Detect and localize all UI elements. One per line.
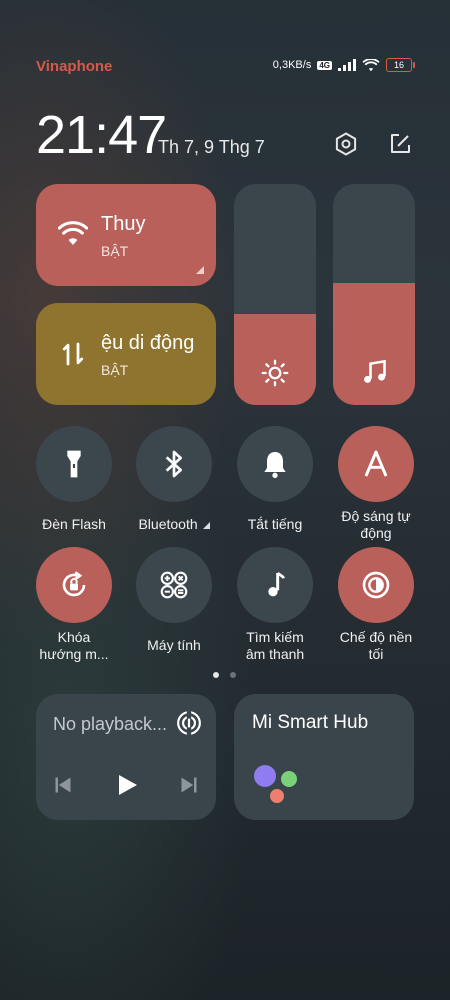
signal-icon: [338, 59, 356, 71]
volume-slider[interactable]: [333, 184, 415, 405]
media-status-text: No playback...: [53, 714, 168, 734]
auto-brightness-label-line2: động: [360, 525, 392, 541]
flashlight-icon: [67, 450, 81, 478]
data-transfer-icon: [62, 342, 84, 366]
mobile-data-label: ệu di động: [101, 332, 195, 354]
dark-mode-label: Chế độ nền tối: [326, 629, 426, 663]
wifi-tile[interactable]: Thuy BẬT: [36, 184, 216, 286]
letter-a-icon: [364, 450, 388, 477]
bluetooth-icon: [165, 450, 182, 478]
wifi-status-icon: [362, 58, 380, 71]
mobile-data-state: BẬT: [101, 362, 129, 378]
mobile-data-tile[interactable]: ệu di động BẬT: [36, 303, 216, 405]
battery-icon: 16: [386, 58, 415, 72]
page-indicator-inactive: [230, 672, 236, 678]
carrier-name: Vinaphone: [36, 58, 113, 75]
dark-mode-icon: [362, 571, 390, 599]
rotation-lock-label-line1: Khóa: [57, 629, 91, 645]
clock: 21:47: [36, 105, 167, 165]
wifi-network-name: Thuy: [101, 213, 146, 235]
bluetooth-label-text: Bluetooth: [138, 516, 198, 532]
sound-search-label-line2: âm thanh: [245, 646, 305, 662]
brightness-slider[interactable]: [234, 184, 316, 405]
brightness-icon: [261, 359, 289, 387]
music-note-icon: [364, 359, 386, 383]
sound-search-toggle[interactable]: [237, 547, 313, 623]
music-note-icon: [268, 572, 285, 597]
expand-corner-icon[interactable]: [202, 522, 210, 529]
edit-icon[interactable]: [388, 132, 412, 156]
hub-dot-red: [270, 789, 284, 803]
settings-gear-icon[interactable]: [334, 132, 358, 156]
calculator-label: Máy tính: [147, 637, 201, 653]
flashlight-toggle[interactable]: [36, 426, 112, 502]
date-label: Th 7, 9 Thg 7: [158, 137, 265, 157]
bluetooth-label: Bluetooth: [124, 516, 224, 533]
wifi-state: BẬT: [101, 243, 129, 259]
next-track-icon[interactable]: [179, 775, 199, 795]
dark-mode-label-line1: Chế độ nền: [339, 629, 413, 645]
play-icon[interactable]: [115, 773, 139, 797]
mute-label: Tắt tiếng: [247, 516, 303, 532]
rotation-lock-icon: [62, 571, 86, 597]
cast-output-icon[interactable]: [176, 710, 202, 736]
auto-brightness-label-line1: Độ sáng tự: [341, 508, 411, 524]
auto-brightness-label: Độ sáng tự động: [326, 508, 426, 542]
media-player-card[interactable]: No playback...: [36, 694, 216, 820]
smart-hub-card[interactable]: Mi Smart Hub: [234, 694, 414, 820]
calculator-icon: [160, 571, 188, 599]
expand-corner-icon[interactable]: [196, 266, 204, 274]
dark-mode-toggle[interactable]: [338, 547, 414, 623]
auto-brightness-toggle[interactable]: [338, 426, 414, 502]
sound-search-label: Tìm kiếm âm thanh: [225, 629, 325, 663]
flashlight-label: Đèn Flash: [42, 516, 106, 532]
previous-track-icon[interactable]: [53, 775, 73, 795]
rotation-lock-toggle[interactable]: [36, 547, 112, 623]
hub-dot-green: [281, 771, 297, 787]
smart-hub-title: Mi Smart Hub: [252, 712, 369, 733]
bluetooth-toggle[interactable]: [136, 426, 212, 502]
status-icons: 0,3KB/s 4G 16: [272, 58, 415, 72]
bell-icon: [264, 452, 286, 478]
page-indicator-active: [213, 672, 219, 678]
sound-search-label-line1: Tìm kiếm: [246, 629, 304, 645]
lte-badge: 4G: [317, 60, 332, 70]
rotation-lock-label-line2: hướng m...: [39, 646, 109, 662]
wifi-icon: [58, 221, 88, 245]
mute-toggle[interactable]: [237, 426, 313, 502]
dark-mode-label-line2: tối: [368, 646, 384, 662]
rotation-lock-label: Khóa hướng m...: [24, 629, 124, 663]
hub-dot-purple: [254, 765, 276, 787]
calculator-toggle[interactable]: [136, 547, 212, 623]
network-speed: 0,3KB/s: [272, 59, 312, 71]
